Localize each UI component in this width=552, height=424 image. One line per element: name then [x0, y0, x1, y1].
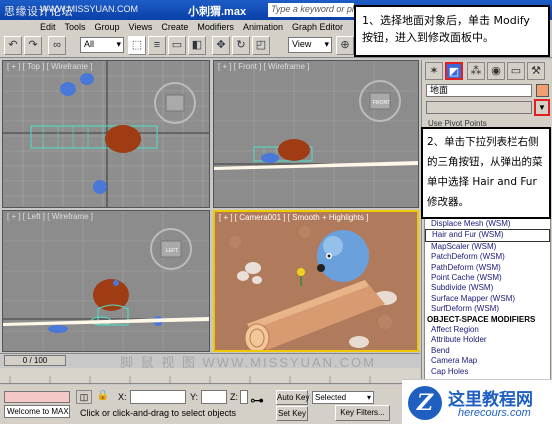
- redo-icon[interactable]: ↷: [24, 36, 42, 55]
- menu-group[interactable]: Group: [95, 20, 120, 34]
- front-view-cube-label: FRONT: [373, 100, 390, 106]
- key-filters-button[interactable]: Key Filters...: [335, 405, 390, 421]
- region-select-icon[interactable]: ▭: [168, 36, 186, 55]
- motion-tab-icon[interactable]: ◉: [487, 62, 505, 80]
- auto-key-button[interactable]: Auto Key: [276, 390, 309, 405]
- modify-tab-icon[interactable]: ◩: [445, 62, 463, 80]
- menu-animation[interactable]: Animation: [243, 20, 283, 34]
- modifier-list-item[interactable]: Bend: [425, 346, 550, 356]
- viewport-camera[interactable]: [ + ] [ Camera001 ] [ Smooth + Highlight…: [213, 210, 419, 352]
- camera-viewport-scene: [215, 212, 417, 350]
- create-tab-icon[interactable]: ✶: [425, 62, 443, 80]
- menu-graph-editor[interactable]: Graph Editor: [292, 20, 343, 34]
- modifier-list-item[interactable]: Affect Region: [425, 325, 550, 335]
- reference-coord-dropdown[interactable]: View: [288, 37, 332, 53]
- object-color-swatch[interactable]: [536, 84, 549, 97]
- time-slider[interactable]: 0 / 100: [4, 355, 66, 366]
- x-coord-label: X:: [118, 392, 127, 402]
- front-viewport-scene: FRONT: [214, 61, 418, 207]
- z-coord-field[interactable]: [240, 390, 248, 404]
- window-crossing-icon[interactable]: ◧: [188, 36, 206, 55]
- modifier-list-dropdown[interactable]: [426, 101, 532, 114]
- modifier-list-item[interactable]: Subdivide (WSM): [425, 283, 550, 293]
- selection-set-dropdown[interactable]: Selected: [312, 391, 374, 404]
- modifier-list-item[interactable]: Attribute Holder: [425, 335, 550, 345]
- move-icon[interactable]: ✥: [212, 36, 230, 55]
- callout-step-2: 2、单击下拉列表栏右侧的三角按钮，从弹出的菜单中选择 Hair and Fur …: [421, 127, 551, 219]
- modifier-list-arrow-button[interactable]: ▼: [534, 99, 550, 116]
- viewport-front[interactable]: FRONT [ + ] [ Front ] [ Wireframe ]: [213, 60, 419, 208]
- viewport-left[interactable]: LEFT [ + ] [ Left ] [ Wireframe ]: [2, 210, 210, 352]
- pivot-icon[interactable]: ⊕: [336, 36, 354, 55]
- set-key-button[interactable]: Set Key: [276, 406, 308, 421]
- undo-icon[interactable]: ↶: [4, 36, 22, 55]
- help-search-input[interactable]: Type a keyword or phrase: [268, 3, 354, 17]
- selection-lock-icon[interactable]: 🔒: [96, 390, 110, 404]
- menu-edit[interactable]: Edit: [40, 20, 56, 34]
- display-tab-icon[interactable]: ▭: [507, 62, 525, 80]
- logo-mark-icon: Z: [408, 386, 442, 420]
- menu-modifiers[interactable]: Modifiers: [197, 20, 234, 34]
- welcome-text: Welcome to MAX: [4, 405, 70, 418]
- watermark-url: WWW.MISSYUAN.COM: [40, 4, 138, 14]
- viewport-left-label[interactable]: [ + ] [ Left ] [ Wireframe ]: [7, 212, 93, 221]
- hierarchy-tab-icon[interactable]: ⁂: [467, 62, 485, 80]
- modifier-list-item[interactable]: MapScaler (WSM): [425, 242, 550, 252]
- link-icon[interactable]: ∞: [48, 36, 66, 55]
- file-name: 小刺猬.max: [188, 6, 247, 18]
- callout-step-1: 1、选择地面对象后，单击 Modify 按钮，进入到修改面板中。: [354, 5, 550, 57]
- modifier-list-item[interactable]: Cap Holes: [425, 367, 550, 377]
- logo-url: herecours.com: [458, 407, 531, 419]
- select-by-name-icon[interactable]: ≡: [148, 36, 166, 55]
- site-logo: Z 这里教程网 herecours.com: [402, 379, 552, 424]
- scale-icon[interactable]: ◰: [252, 36, 270, 55]
- x-coord-field[interactable]: [130, 390, 186, 404]
- modifier-list-item[interactable]: Surface Mapper (WSM): [425, 294, 550, 304]
- utilities-tab-icon[interactable]: ⚒: [527, 62, 545, 80]
- prompt-line: Click or click-and-drag to select object…: [80, 408, 237, 418]
- selection-filter-dropdown[interactable]: All: [80, 37, 124, 53]
- left-view-cube-label: LEFT: [166, 248, 178, 254]
- viewport-camera-label[interactable]: [ + ] [ Camera001 ] [ Smooth + Highlight…: [219, 213, 368, 222]
- left-viewport-scene: LEFT: [3, 211, 209, 351]
- viewport-front-label[interactable]: [ + ] [ Front ] [ Wireframe ]: [218, 62, 309, 71]
- command-panel: ✶ ◩ ⁂ ◉ ▭ ⚒ 地面 ▼ Use Pivot Points Displa…: [421, 60, 552, 384]
- object-name-field[interactable]: 地面: [426, 84, 532, 97]
- modifier-dropdown-menu: Displace Mesh (WSM) Hair and Fur (WSM) Map…: [424, 218, 551, 384]
- modifier-list-item[interactable]: Camera Map: [425, 356, 550, 366]
- modifier-list-item[interactable]: Displace Mesh (WSM): [425, 219, 550, 229]
- maxscript-listener[interactable]: [4, 391, 70, 403]
- z-coord-label: Z:: [230, 392, 238, 402]
- y-coord-field[interactable]: [201, 390, 227, 404]
- rotate-icon[interactable]: ↻: [232, 36, 250, 55]
- modifier-list-item[interactable]: Hair and Fur (WSM): [425, 229, 550, 242]
- modifier-list-item[interactable]: PatchDeform (WSM): [425, 252, 550, 262]
- top-viewport-scene: [3, 61, 209, 207]
- modifier-list-item[interactable]: Point Cache (WSM): [425, 273, 550, 283]
- modifier-list-item[interactable]: SurfDeform (WSM): [425, 304, 550, 314]
- set-key-mode-icon[interactable]: ⊶: [250, 392, 264, 409]
- timeline-watermark: 脚 鼠 视 图 WWW.MISSYUAN.COM: [120, 355, 376, 370]
- selection-status-icon: ◫: [76, 390, 92, 404]
- modifier-list-item[interactable]: PathDeform (WSM): [425, 263, 550, 273]
- y-coord-label: Y:: [190, 392, 199, 402]
- select-object-icon[interactable]: ⬚: [128, 36, 146, 55]
- modifier-list-header: OBJECT-SPACE MODIFIERS: [427, 314, 536, 324]
- viewport-top[interactable]: [ + ] [ Top ] [ Wireframe ]: [2, 60, 210, 208]
- menu-create[interactable]: Create: [161, 20, 188, 34]
- menu-views[interactable]: Views: [129, 20, 153, 34]
- viewport-top-label[interactable]: [ + ] [ Top ] [ Wireframe ]: [7, 62, 92, 71]
- menu-tools[interactable]: Tools: [65, 20, 86, 34]
